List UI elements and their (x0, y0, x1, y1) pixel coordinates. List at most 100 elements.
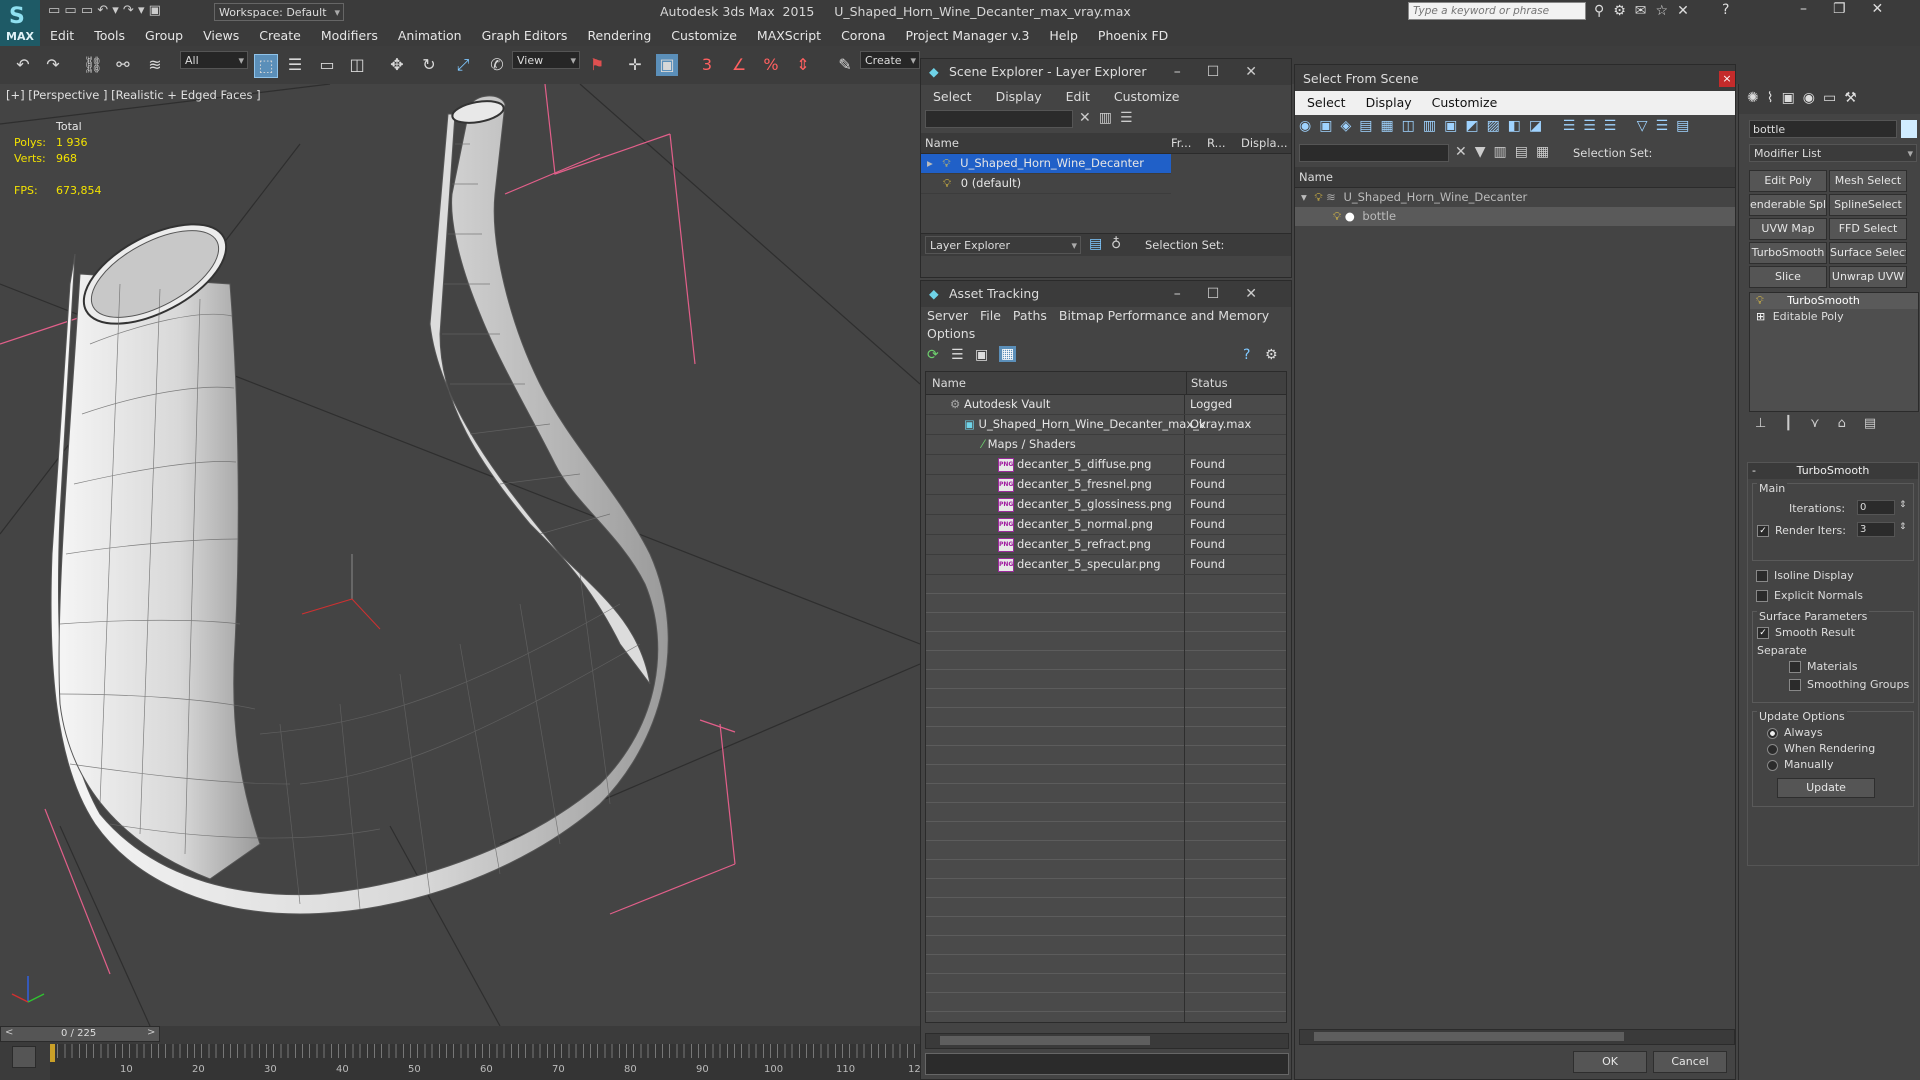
sfs-hscroll-thumb[interactable] (1314, 1032, 1624, 1041)
expand-arrow-icon[interactable]: ▸ (921, 156, 933, 170)
sfs-search-input[interactable] (1299, 144, 1449, 162)
se-menu-customize[interactable]: Customize (1102, 85, 1192, 104)
materials-row[interactable]: Materials (1789, 660, 1857, 673)
spinner-arrows-icon[interactable]: ⇕ (1899, 522, 1907, 532)
menu-modifiers[interactable]: Modifiers (311, 24, 388, 43)
light-bulb-icon[interactable]: 💡︎ (1756, 294, 1764, 307)
smooth-result-row[interactable]: ✓ Smooth Result (1757, 626, 1855, 639)
rollout-header[interactable]: - TurboSmooth (1748, 463, 1918, 479)
redo-icon[interactable]: ↷ (42, 54, 64, 76)
sfs-hscrollbar[interactable] (1299, 1029, 1735, 1045)
renderable-spline-button[interactable]: enderable Spli (1749, 194, 1827, 216)
menu-maxscript[interactable]: MAXScript (747, 24, 831, 43)
stack-item-editable-poly[interactable]: ⊞ Editable Poly (1750, 309, 1918, 325)
at-col-status[interactable]: Status (1186, 372, 1228, 394)
asset-row-maps-folder[interactable]: ⁄ Maps / Shaders (926, 435, 1286, 455)
object-color-swatch[interactable] (1901, 120, 1917, 138)
asset-hscroll-thumb[interactable] (940, 1036, 1150, 1045)
explicit-normals-row[interactable]: Explicit Normals (1756, 589, 1863, 602)
se-menu-select[interactable]: Select (921, 85, 984, 104)
at-menu-options[interactable]: Options (921, 325, 981, 343)
link-icon[interactable]: ⛓ (82, 54, 104, 76)
se-menu-edit[interactable]: Edit (1054, 85, 1102, 104)
snap-3-icon[interactable]: 3 (696, 54, 718, 76)
light-bulb-icon[interactable]: 💡︎ (921, 176, 951, 190)
smoothing-groups-checkbox[interactable] (1789, 679, 1801, 691)
percent-snap-icon[interactable]: % (760, 54, 782, 76)
iterations-spinner[interactable] (1857, 500, 1895, 515)
smoothing-groups-row[interactable]: Smoothing Groups (1789, 678, 1909, 691)
move-icon[interactable]: ✥ (386, 54, 408, 76)
list-view-icon[interactable]: ☰ (951, 347, 964, 363)
at-col-name[interactable]: Name (932, 372, 966, 394)
se-col-display[interactable]: Displa... (1241, 133, 1288, 153)
named-selection-set[interactable]: Create Selecti (860, 51, 920, 69)
always-row[interactable]: Always (1767, 726, 1823, 739)
uvw-map-button[interactable]: UVW Map (1749, 218, 1827, 240)
menu-project-manager[interactable]: Project Manager v.3 (896, 24, 1040, 43)
menu-edit[interactable]: Edit (40, 24, 84, 43)
asset-tracking-titlebar[interactable]: ◆ Asset Tracking –☐✕ (921, 281, 1291, 307)
viewport-label[interactable]: [+] [Perspective ] [Realistic + Edged Fa… (6, 88, 261, 102)
menu-views[interactable]: Views (193, 24, 249, 43)
at-menu-file[interactable]: File (974, 307, 1007, 325)
bind-spacewarp-icon[interactable]: ≋ (144, 54, 166, 76)
ok-button[interactable]: OK (1573, 1051, 1647, 1073)
manually-row[interactable]: Manually (1767, 758, 1834, 771)
materials-checkbox[interactable] (1789, 661, 1801, 673)
at-menu-paths[interactable]: Paths (1007, 307, 1053, 325)
menu-customize[interactable]: Customize (661, 24, 747, 43)
menu-tools[interactable]: Tools (84, 24, 135, 43)
smooth-result-checkbox[interactable]: ✓ (1757, 627, 1769, 639)
object-name-input[interactable] (1749, 120, 1897, 138)
isoline-row[interactable]: Isoline Display (1756, 569, 1854, 582)
sfs-tree-decanter[interactable]: ▾ 💡︎ ≋ U_Shaped_Horn_Wine_Decanter (1295, 188, 1735, 207)
spinner-arrows-icon[interactable]: ⇕ (1899, 500, 1907, 510)
asset-row-diffuse[interactable]: PNG decanter_5_diffuse.png Found (926, 455, 1286, 475)
asset-hscrollbar[interactable] (925, 1033, 1289, 1049)
collapse-minus-icon[interactable]: - (1752, 463, 1756, 479)
scene-explorer-search[interactable] (925, 110, 1073, 128)
when-rendering-radio[interactable] (1767, 743, 1778, 755)
rect-selection-icon[interactable]: ▭ (316, 54, 338, 76)
perspective-viewport[interactable]: [+] [Perspective ] [Realistic + Edged Fa… (0, 84, 920, 1026)
ffd-select-button[interactable]: FFD Select (1829, 218, 1907, 240)
menu-group[interactable]: Group (135, 24, 193, 43)
pivot-icon[interactable]: ⚑ (586, 54, 608, 76)
time-slider-track[interactable]: < 0 / 225 > (0, 1026, 160, 1042)
asset-row-specular[interactable]: PNG decanter_5_specular.png Found (926, 555, 1286, 575)
explorer-type-dropdown[interactable]: Layer Explorer (925, 236, 1081, 255)
sfs-titlebar[interactable]: Select From Scene × (1295, 65, 1735, 91)
keyboard-override-icon[interactable]: ▣ (656, 54, 678, 76)
help-icon[interactable]: ? (1722, 2, 1729, 18)
unlink-icon[interactable]: ⚯ (112, 54, 134, 76)
sfs-search-icons[interactable]: ✕▼▥▤▦ (1455, 144, 1557, 160)
refresh-icon[interactable]: ⟳ (927, 347, 939, 363)
isoline-checkbox[interactable] (1756, 570, 1768, 582)
sfs-menu-customize[interactable]: Customize (1422, 91, 1508, 110)
spinner-snap-icon[interactable]: ⇕ (792, 54, 814, 76)
cancel-button[interactable]: Cancel (1653, 1051, 1727, 1073)
menu-graph-editors[interactable]: Graph Editors (472, 24, 578, 43)
sfs-tree-bottle[interactable]: 💡︎ ● bottle (1295, 207, 1735, 226)
window-crossing-icon[interactable]: ◫ (346, 54, 368, 76)
angle-snap-icon[interactable]: ∠ (728, 54, 750, 76)
render-iters-spinner[interactable] (1857, 522, 1895, 537)
menu-create[interactable]: Create (249, 24, 311, 43)
se-menu-display[interactable]: Display (984, 85, 1054, 104)
render-iters-checkbox[interactable]: ✓ (1757, 525, 1769, 537)
select-manipulate-icon[interactable]: ✛ (624, 54, 646, 76)
thumbnail-view-icon[interactable]: ▣ (975, 347, 988, 363)
sfs-name-header[interactable]: Name (1295, 167, 1735, 188)
render-iters-row[interactable]: ✓ Render Iters: (1757, 524, 1846, 537)
edit-poly-button[interactable]: Edit Poly (1749, 170, 1827, 192)
asset-row-fresnel[interactable]: PNG decanter_5_fresnel.png Found (926, 475, 1286, 495)
sfs-menu-display[interactable]: Display (1356, 91, 1422, 110)
hierarchy-icon[interactable]: ♁ (1111, 236, 1121, 252)
settings-icon[interactable]: ⚙ (1265, 347, 1278, 363)
undo-icon[interactable]: ↶ (12, 54, 34, 76)
se-col-name[interactable]: Name (925, 133, 959, 153)
menu-animation[interactable]: Animation (388, 24, 472, 43)
at-menu-server[interactable]: Server (921, 307, 974, 325)
spline-select-button[interactable]: SplineSelect (1829, 194, 1907, 216)
